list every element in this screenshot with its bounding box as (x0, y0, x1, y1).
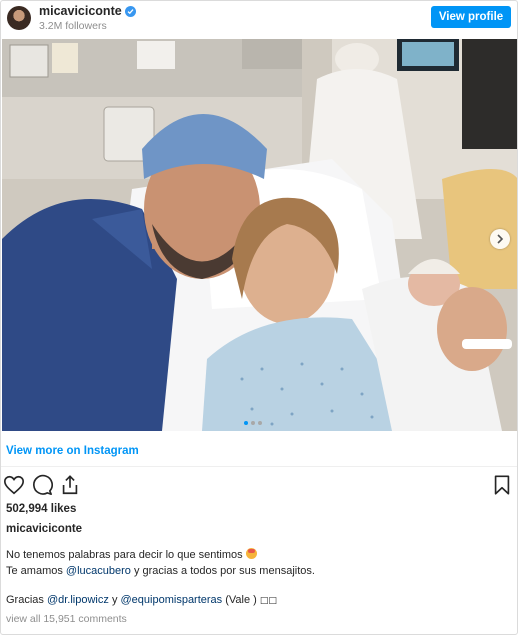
next-image-button[interactable] (490, 229, 510, 249)
avatar[interactable] (7, 6, 31, 30)
post-image[interactable] (2, 39, 517, 431)
caption-text: y (108, 594, 121, 606)
caption-text: Te amamos (6, 565, 66, 577)
verified-badge-icon (124, 5, 136, 17)
action-bar (1, 474, 517, 498)
caption-text: No tenemos palabras para decir lo que se… (6, 549, 243, 561)
bookmark-icon[interactable] (491, 474, 513, 496)
carousel-dot (258, 421, 262, 425)
like-count[interactable]: 502,994 likes (6, 503, 76, 515)
follower-count: 3.2M followers (39, 20, 107, 32)
view-all-comments-link[interactable]: view all 15,951 comments (6, 613, 127, 625)
caption-text: y gracias a todos por sus mensajitos. (130, 565, 315, 577)
caption-line: Gracias @dr.lipowicz y @equipomispartera… (6, 594, 277, 606)
post-username[interactable]: micaviciconte (39, 4, 136, 18)
username-text[interactable]: micaviciconte (39, 4, 122, 18)
smiling-face-emoji-icon (245, 548, 257, 559)
mention-link[interactable]: @lucacubero (66, 565, 131, 577)
instagram-embed-card: micaviciconte 3.2M followers View profil… (0, 0, 518, 635)
caption-text: Gracias (6, 594, 47, 606)
caption-line: Te amamos @lucacubero y gracias a todos … (6, 565, 315, 577)
share-icon[interactable] (59, 474, 81, 496)
chevron-right-icon (497, 234, 504, 244)
mention-link[interactable]: @equipomisparteras (121, 594, 223, 606)
caption-line: No tenemos palabras para decir lo que se… (6, 548, 257, 561)
caption-text: (Vale ) (222, 594, 260, 606)
post-header: micaviciconte 3.2M followers View profil… (1, 1, 517, 39)
heart-icon[interactable] (3, 474, 25, 496)
caption-username[interactable]: micaviciconte (6, 523, 82, 535)
carousel-dot (244, 421, 248, 425)
carousel-dots (1, 421, 517, 427)
comment-icon[interactable] (31, 474, 53, 496)
divider (1, 466, 517, 467)
mention-link[interactable]: @dr.lipowicz (47, 594, 109, 606)
missing-glyph-boxes: □□ (259, 596, 277, 606)
view-profile-button[interactable]: View profile (431, 6, 511, 28)
view-more-link[interactable]: View more on Instagram (6, 445, 139, 457)
carousel-dot (251, 421, 255, 425)
